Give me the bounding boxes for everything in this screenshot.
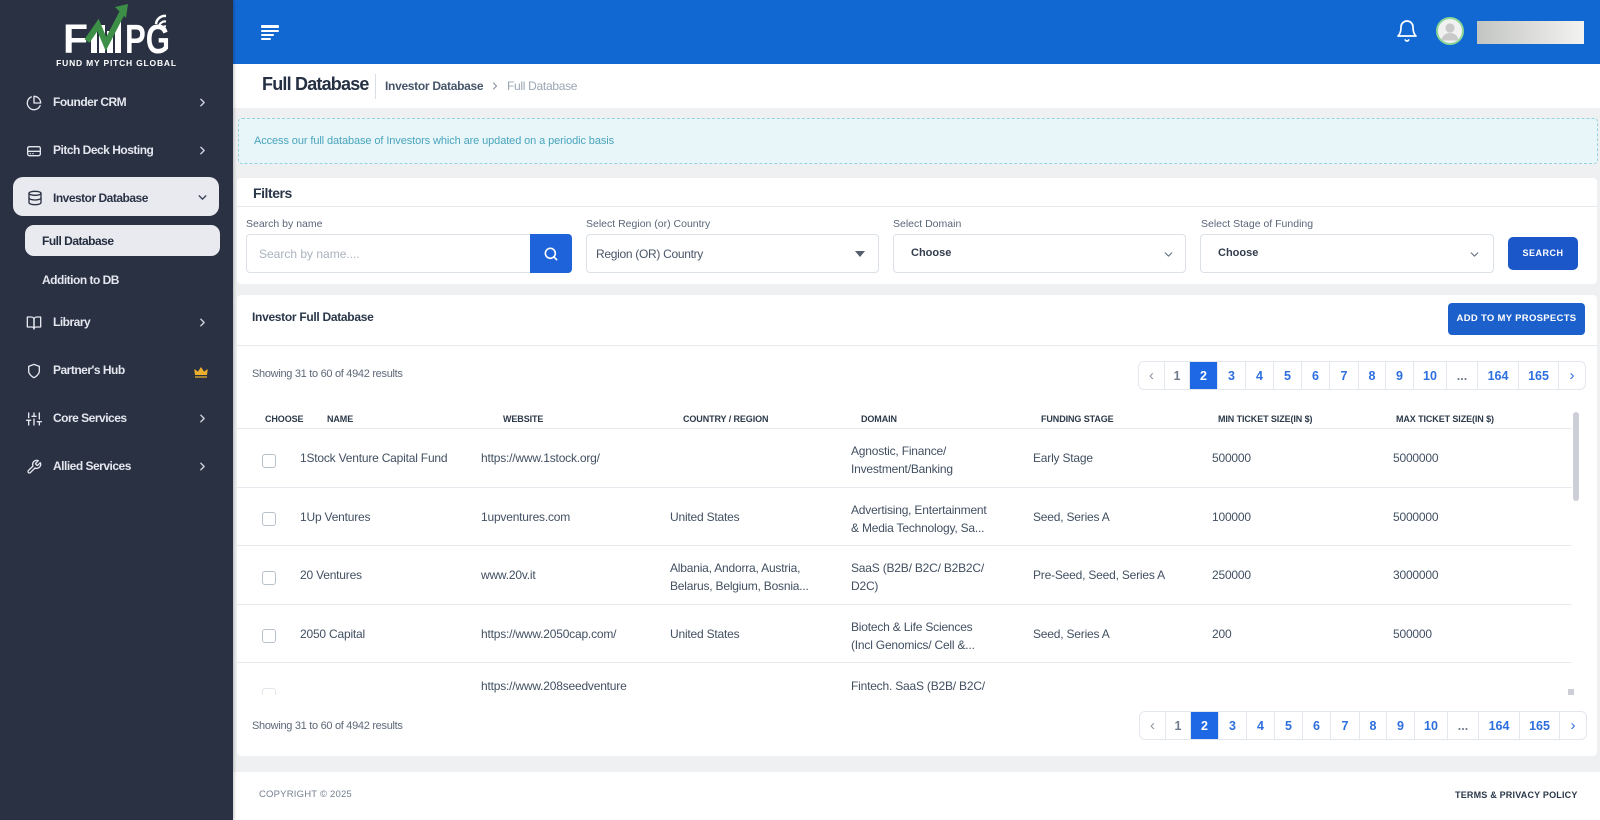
svg-text:F: F [63, 16, 88, 56]
